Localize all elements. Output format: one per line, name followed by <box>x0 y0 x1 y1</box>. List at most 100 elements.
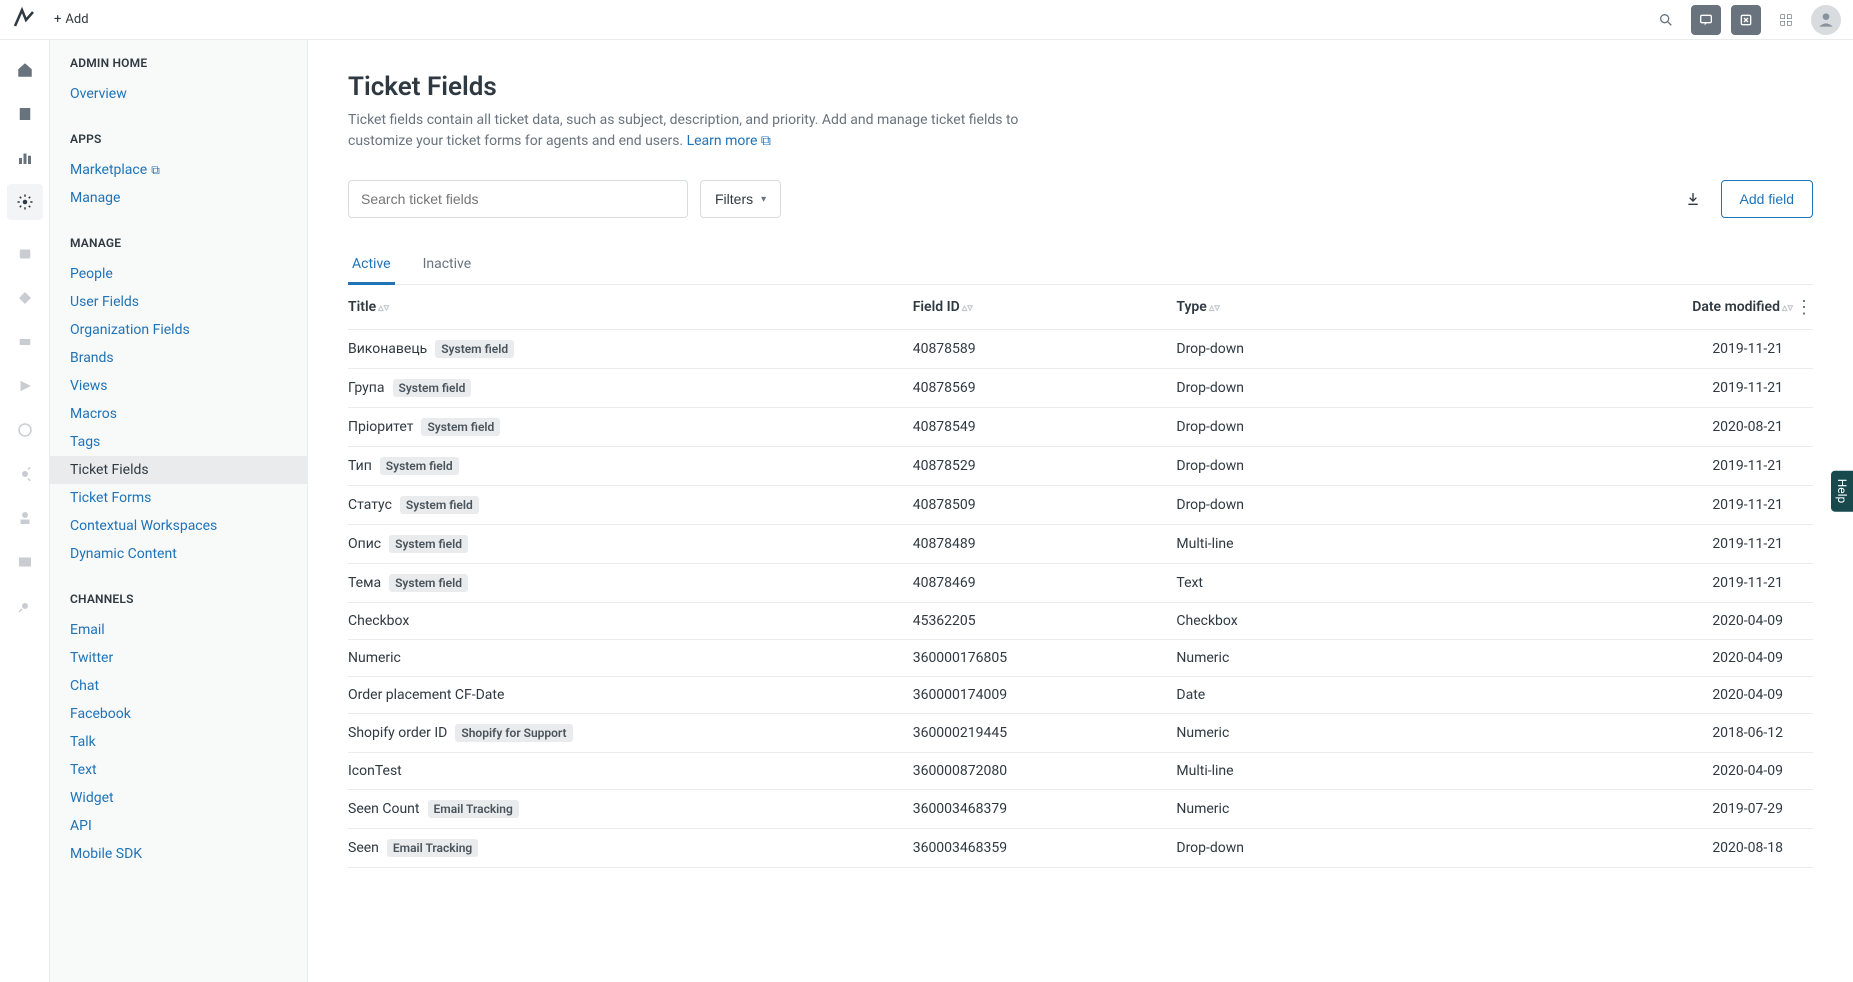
table-row[interactable]: Order placement CF-Date360000174009Date2… <box>348 677 1813 714</box>
sidebar-heading: CHANNELS <box>50 592 307 616</box>
rail-icon-6[interactable] <box>7 280 43 316</box>
left-rail <box>0 0 50 982</box>
row-title: IconTest <box>348 763 402 779</box>
sidebar-item[interactable]: Twitter <box>50 644 307 672</box>
sidebar-item[interactable]: Ticket Forms <box>50 484 307 512</box>
table-row[interactable]: ПріоритетSystem field40878549Drop-down20… <box>348 408 1813 447</box>
system-badge: System field <box>380 457 459 475</box>
sidebar-item[interactable]: Manage <box>50 184 307 212</box>
help-tab[interactable]: Help <box>1831 471 1853 512</box>
add-button[interactable]: + Add <box>54 12 89 27</box>
table-row[interactable]: ТипSystem field40878529Drop-down2019-11-… <box>348 447 1813 486</box>
row-date: 2019-11-21 <box>1432 369 1813 408</box>
sidebar-item[interactable]: Brands <box>50 344 307 372</box>
row-type: Drop-down <box>1168 829 1432 868</box>
row-date: 2019-11-21 <box>1432 486 1813 525</box>
chat-icon[interactable] <box>1691 5 1721 35</box>
system-badge: System field <box>400 496 479 514</box>
sidebar-item-label: Organization Fields <box>70 322 190 338</box>
sidebar-item[interactable]: Marketplace⧉ <box>50 156 307 184</box>
col-title[interactable]: Title▵▿ <box>348 285 905 330</box>
sidebar-item[interactable]: Tags <box>50 428 307 456</box>
row-date: 2019-11-21 <box>1432 330 1813 369</box>
sidebar-item[interactable]: Dynamic Content <box>50 540 307 568</box>
download-icon[interactable] <box>1677 183 1709 215</box>
search-icon[interactable] <box>1651 5 1681 35</box>
row-id: 40878569 <box>905 369 1169 408</box>
search-input[interactable] <box>348 180 688 218</box>
filters-button[interactable]: Filters ▾ <box>700 180 781 218</box>
rail-icon-12[interactable] <box>7 544 43 580</box>
sidebar-item[interactable]: Views <box>50 372 307 400</box>
row-id: 360000219445 <box>905 714 1169 753</box>
apps-grid-icon[interactable] <box>1771 5 1801 35</box>
col-date-modified[interactable]: Date modified▵▿ <box>1432 285 1813 330</box>
sidebar-item[interactable]: Text <box>50 756 307 784</box>
row-title: Numeric <box>348 650 401 666</box>
sidebar-item[interactable]: API <box>50 812 307 840</box>
home-icon[interactable] <box>7 52 43 88</box>
close-panel-icon[interactable] <box>1731 5 1761 35</box>
row-type: Date <box>1168 677 1432 714</box>
row-date: 2020-04-09 <box>1432 640 1813 677</box>
row-date: 2019-07-29 <box>1432 790 1813 829</box>
rail-icon-10[interactable] <box>7 456 43 492</box>
page-title: Ticket Fields <box>348 72 1813 102</box>
col-type[interactable]: Type▵▿ <box>1168 285 1432 330</box>
table-row[interactable]: Checkbox45362205Checkbox2020-04-09 <box>348 603 1813 640</box>
sidebar-item[interactable]: Mobile SDK <box>50 840 307 868</box>
sidebar-item[interactable]: Contextual Workspaces <box>50 512 307 540</box>
table-row[interactable]: ReqReq360008180299Multi-line2020-06-18 <box>348 868 1813 871</box>
row-title: Shopify order ID <box>348 725 447 741</box>
sidebar-item-label: Macros <box>70 406 117 422</box>
sidebar-item[interactable]: Facebook <box>50 700 307 728</box>
views-icon[interactable] <box>7 96 43 132</box>
sidebar-item[interactable]: Macros <box>50 400 307 428</box>
sidebar-item-label: Talk <box>70 734 96 750</box>
table-row[interactable]: IconTest360000872080Multi-line2020-04-09 <box>348 753 1813 790</box>
chevron-down-icon: ▾ <box>761 194 766 205</box>
add-field-button[interactable]: Add field <box>1721 180 1813 218</box>
sidebar-item[interactable]: User Fields <box>50 288 307 316</box>
sidebar-item[interactable]: Talk <box>50 728 307 756</box>
table-row[interactable]: SeenEmail Tracking360003468359Drop-down2… <box>348 829 1813 868</box>
sidebar-item-label: Chat <box>70 678 99 694</box>
sidebar-item[interactable]: Chat <box>50 672 307 700</box>
row-type: Drop-down <box>1168 408 1432 447</box>
row-id: 360000872080 <box>905 753 1169 790</box>
sidebar-item[interactable]: Overview <box>50 80 307 108</box>
row-date: 2020-04-09 <box>1432 753 1813 790</box>
sidebar-heading: MANAGE <box>50 236 307 260</box>
reports-icon[interactable] <box>7 140 43 176</box>
table-row[interactable]: Numeric360000176805Numeric2020-04-09 <box>348 640 1813 677</box>
rail-icon-9[interactable] <box>7 412 43 448</box>
settings-icon[interactable] <box>7 184 43 220</box>
rail-icon-13[interactable] <box>7 588 43 624</box>
tab-active[interactable]: Active <box>348 246 395 285</box>
rail-icon-8[interactable] <box>7 368 43 404</box>
table-row[interactable]: ТемаSystem field40878469Text2019-11-21 <box>348 564 1813 603</box>
logo-icon <box>12 6 36 34</box>
table-row[interactable]: ГрупаSystem field40878569Drop-down2019-1… <box>348 369 1813 408</box>
rail-icon-7[interactable] <box>7 324 43 360</box>
table-more-icon[interactable]: ⋮ <box>1795 297 1813 318</box>
table-row[interactable]: Seen CountEmail Tracking360003468379Nume… <box>348 790 1813 829</box>
tab-inactive[interactable]: Inactive <box>419 246 476 285</box>
sidebar-item[interactable]: Email <box>50 616 307 644</box>
sidebar-item-label: Manage <box>70 190 120 206</box>
rail-icon-11[interactable] <box>7 500 43 536</box>
avatar[interactable] <box>1811 5 1841 35</box>
sidebar-item[interactable]: Organization Fields <box>50 316 307 344</box>
rail-icon-5[interactable] <box>7 236 43 272</box>
table-row[interactable]: ВиконавецьSystem field40878589Drop-down2… <box>348 330 1813 369</box>
table-row[interactable]: ОписSystem field40878489Multi-line2019-1… <box>348 525 1813 564</box>
row-date: 2020-08-21 <box>1432 408 1813 447</box>
learn-more-link[interactable]: Learn more ⧉ <box>687 133 771 149</box>
topbar: + Add <box>0 0 1853 40</box>
sidebar-item[interactable]: Widget <box>50 784 307 812</box>
table-row[interactable]: СтатусSystem field40878509Drop-down2019-… <box>348 486 1813 525</box>
col-field-id[interactable]: Field ID▵▿ <box>905 285 1169 330</box>
sidebar-item[interactable]: People <box>50 260 307 288</box>
table-row[interactable]: Shopify order IDShopify for Support36000… <box>348 714 1813 753</box>
sidebar-item[interactable]: Ticket Fields <box>50 456 307 484</box>
